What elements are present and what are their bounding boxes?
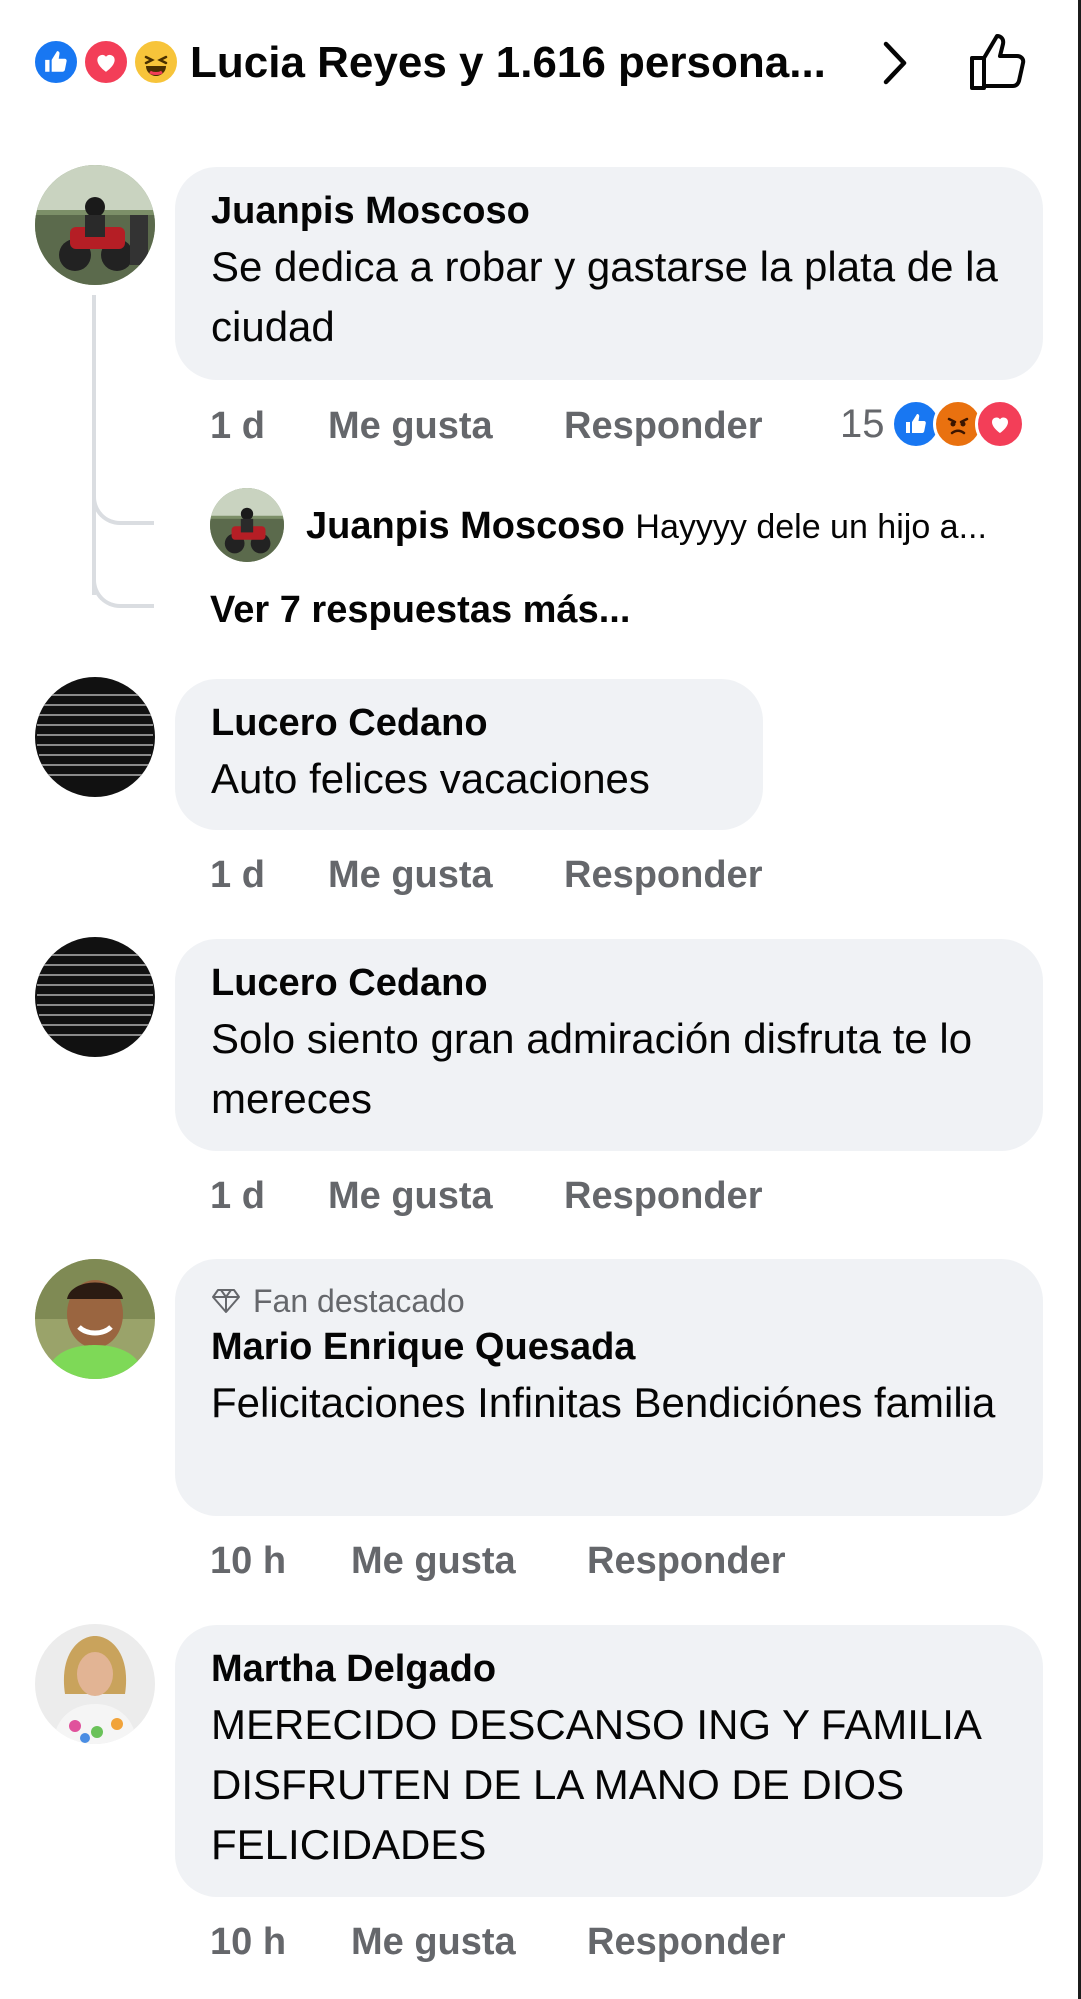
haha-icon [132,38,180,86]
comment-bubble[interactable]: Lucero Cedano Solo siento gran admiració… [175,939,1043,1151]
reply-button[interactable]: Responder [564,1174,762,1218]
avatar[interactable] [35,165,155,285]
reaction-counter[interactable]: 15 [840,398,1025,450]
reply-preview[interactable]: Juanpis Moscoso Hayyyy dele un hijo a... [306,500,987,553]
diamond-icon [212,1289,240,1313]
comment-author[interactable]: Martha Delgado [211,1647,1007,1691]
avatar[interactable] [35,677,155,797]
comment-time[interactable]: 10 h [210,1920,286,1964]
comment-time[interactable]: 1 d [210,853,265,897]
comment-text: Solo siento gran admiración disfruta te … [211,1015,973,1122]
thumbs-up-icon[interactable] [966,28,1032,94]
reactions-title[interactable]: Lucia Reyes y 1.616 persona... [190,38,826,88]
like-button[interactable]: Me gusta [328,1174,493,1218]
comment-bubble[interactable]: Martha Delgado MERECIDO DESCANSO ING Y F… [175,1625,1043,1897]
avatar[interactable] [210,488,284,562]
badge-label: Fan destacado [253,1283,465,1319]
comment-bubble[interactable]: Lucero Cedano Auto felices vacaciones [175,679,763,830]
reactions-header[interactable]: Lucia Reyes y 1.616 persona... [0,0,1078,125]
top-fan-badge: Fan destacado [211,1281,1007,1321]
comment-author[interactable]: Lucero Cedano [211,961,1007,1005]
chevron-right-icon[interactable] [876,38,916,88]
reply-text: Hayyyy dele un hijo a... [635,508,987,546]
reaction-summary[interactable] [32,38,182,88]
reply-button[interactable]: Responder [587,1920,785,1964]
love-icon [82,38,130,86]
comment-author[interactable]: Juanpis Moscoso [211,189,1007,233]
avatar[interactable] [35,1259,155,1379]
reply-button[interactable]: Responder [564,853,762,897]
like-button[interactable]: Me gusta [328,853,493,897]
comment-author[interactable]: Mario Enrique Quesada [211,1325,1007,1369]
comment-text: Se dedica a robar y gastarse la plata de… [211,243,998,350]
comment-text: MERECIDO DESCANSO ING Y FAMILIA DISFRUTE… [211,1701,980,1868]
like-icon [32,38,80,86]
reaction-count: 15 [840,401,885,446]
comment-time[interactable]: 1 d [210,1174,265,1218]
view-more-replies-button[interactable]: Ver 7 respuestas más... [210,584,630,636]
thread-connector [92,576,154,608]
reply-author[interactable]: Juanpis Moscoso [306,505,625,547]
like-button[interactable]: Me gusta [351,1539,516,1583]
thread-connector [92,493,154,525]
reply-button[interactable]: Responder [587,1539,785,1583]
comment-author[interactable]: Lucero Cedano [211,701,727,745]
comment-bubble[interactable]: Juanpis Moscoso Se dedica a robar y gast… [175,167,1043,380]
comment-time[interactable]: 1 d [210,404,265,448]
avatar[interactable] [35,937,155,1057]
comment-text: Felicitaciones Infinitas Bendiciónes fam… [211,1379,996,1426]
thread-line [92,295,96,595]
love-icon [974,399,1025,449]
comment-time[interactable]: 10 h [210,1539,286,1583]
avatar[interactable] [35,1624,155,1744]
like-button[interactable]: Me gusta [328,404,493,448]
like-button[interactable]: Me gusta [351,1920,516,1964]
comment-bubble[interactable]: Fan destacado Mario Enrique Quesada Feli… [175,1259,1043,1516]
reply-button[interactable]: Responder [564,404,762,448]
comment-text: Auto felices vacaciones [211,755,650,802]
